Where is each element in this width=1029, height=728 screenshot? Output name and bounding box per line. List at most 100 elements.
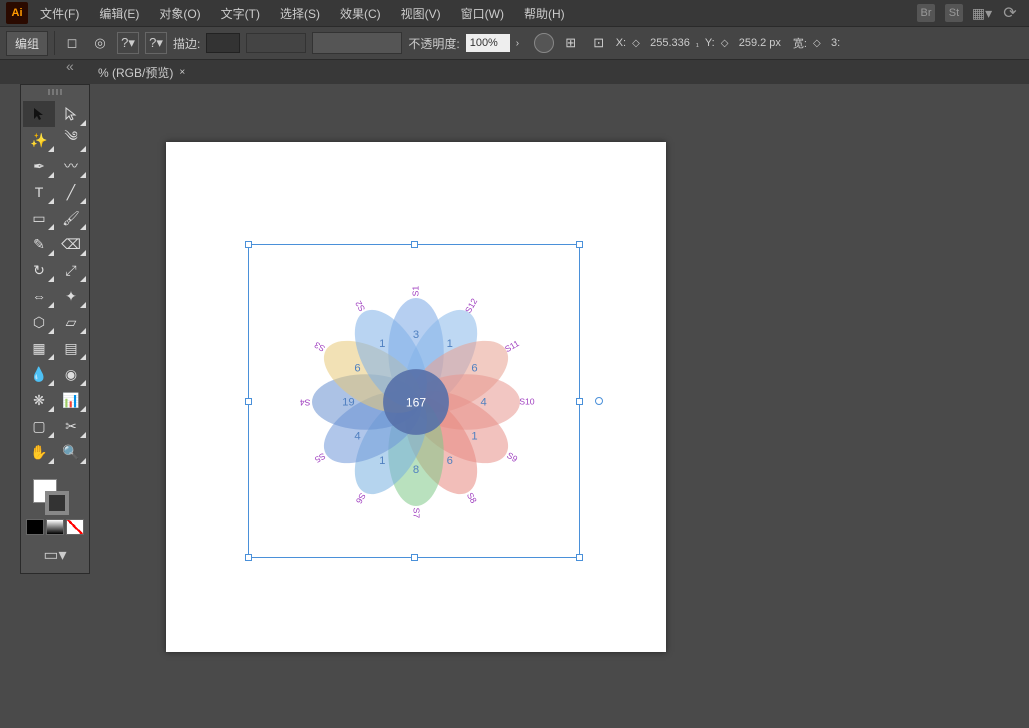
help1-icon[interactable]: ?▾ [117,32,139,54]
arrange-icon[interactable]: ▦▾ [973,4,991,22]
hand-tool[interactable]: ✋ [23,439,55,465]
svg-text:S3: S3 [312,340,326,354]
eyedropper-tool[interactable]: 💧 [23,361,55,387]
align-icon[interactable]: ⊞ [560,32,582,54]
handle-mid-right[interactable] [576,398,583,405]
svg-text:S8: S8 [465,491,479,505]
group-indicator[interactable]: 编组 [6,31,48,56]
magic-wand-tool[interactable]: ✨ [23,127,55,153]
transform-panel-icon[interactable]: ⊡ [588,32,610,54]
shaper-tool[interactable]: ✎ [23,231,55,257]
menu-select[interactable]: 选择(S) [272,1,328,26]
handle-top-mid[interactable] [411,241,418,248]
w-label: 宽: [793,35,807,51]
app-logo: Ai [6,2,28,24]
blend-tool[interactable]: ◉ [55,361,87,387]
opacity-label: 不透明度: [408,35,459,52]
workspace[interactable]: 1673S11S126S114S101S96S88S71S64S519S46S3… [90,84,1029,728]
color-mode-none[interactable] [66,519,84,535]
flower-chart[interactable]: 1673S11S126S114S101S96S88S71S64S519S46S3… [286,252,546,552]
menu-object[interactable]: 对象(O) [151,1,208,26]
opacity-input[interactable]: 100% [466,34,510,52]
menu-file[interactable]: 文件(F) [32,1,87,26]
paintbrush-tool[interactable]: 🖌 [55,205,87,231]
handle-top-left[interactable] [245,241,252,248]
menu-window[interactable]: 窗口(W) [453,1,512,26]
transform-icon[interactable]: ◻ [61,32,83,54]
document-tabs: % (RGB/预览) × [0,60,1029,84]
pen-tool[interactable]: ✒ [23,153,55,179]
panel-grip[interactable] [23,89,87,99]
color-mode-solid[interactable] [26,519,44,535]
menu-type[interactable]: 文字(T) [213,1,268,26]
mesh-tool[interactable]: ▦ [23,335,55,361]
menu-view[interactable]: 视图(V) [393,1,449,26]
menu-bar: Ai 文件(F) 编辑(E) 对象(O) 文字(T) 选择(S) 效果(C) 视… [0,0,1029,26]
width-tool[interactable]: ⇔ [23,283,55,309]
fill-stroke-swatch[interactable] [23,479,87,513]
menu-effect[interactable]: 效果(C) [332,1,389,26]
gradient-tool[interactable]: ▤ [55,335,87,361]
svg-text:8: 8 [413,464,419,476]
document-tab-title: % (RGB/预览) [98,64,173,81]
screen-mode-button[interactable]: ▭▾ [40,543,70,567]
svg-text:6: 6 [354,363,360,375]
type-tool[interactable]: T [23,179,55,205]
bridge-icon[interactable]: Br [917,4,935,22]
selection-tool[interactable] [23,101,55,127]
handle-bottom-mid[interactable] [411,554,418,561]
svg-text:6: 6 [447,455,453,467]
symbol-sprayer-tool[interactable]: ❋ [23,387,55,413]
rectangle-tool[interactable]: ▭ [23,205,55,231]
svg-text:167: 167 [406,395,426,409]
stroke-label: 描边: [173,35,200,52]
color-mode-gradient[interactable] [46,519,64,535]
lasso-tool[interactable]: ༄ [55,127,87,153]
menu-edit[interactable]: 编辑(E) [91,1,147,26]
close-tab-icon[interactable]: × [179,67,185,78]
stroke-profile-dropdown[interactable] [246,33,306,53]
sync-icon[interactable]: ⟳ [1001,4,1019,22]
svg-text:S7: S7 [411,508,421,519]
svg-text:19: 19 [342,396,355,408]
svg-text:S10: S10 [519,397,535,407]
curvature-tool[interactable]: 〰 [55,153,87,179]
artboard-tool[interactable]: ▢ [23,413,55,439]
handle-top-right[interactable] [576,241,583,248]
w-stepper-icon[interactable]: ◇ [813,38,825,49]
graph-tool[interactable]: 📊 [55,387,87,413]
menu-help[interactable]: 帮助(H) [516,1,573,26]
opacity-chevron-icon[interactable]: › [516,38,528,49]
handle-bottom-right[interactable] [576,554,583,561]
free-transform-tool[interactable]: ✦ [55,283,87,309]
rotate-tool[interactable]: ↻ [23,257,55,283]
shape-builder-tool[interactable]: ⬡ [23,309,55,335]
line-tool[interactable]: ╱ [55,179,87,205]
zoom-tool[interactable]: 🔍 [55,439,87,465]
svg-text:3: 3 [413,329,419,341]
target-icon[interactable]: ◎ [89,32,111,54]
document-tab[interactable]: % (RGB/预览) × [90,61,193,84]
handle-mid-left[interactable] [245,398,252,405]
help2-icon[interactable]: ?▾ [145,32,167,54]
slice-tool[interactable]: ✂ [55,413,87,439]
y-label: Y: [705,37,715,49]
tool-panel-tab[interactable]: « [66,58,74,74]
eraser-tool[interactable]: ⌫ [55,231,87,257]
scale-tool[interactable]: ⤢ [55,257,87,283]
x-stepper-icon[interactable]: ◇ [632,38,644,49]
y-stepper-icon[interactable]: ◇ [721,38,733,49]
artboard[interactable]: 1673S11S126S114S101S96S88S71S64S519S46S3… [166,142,666,652]
handle-bottom-left[interactable] [245,554,252,561]
handle-rotate[interactable] [595,397,603,405]
recolor-icon[interactable] [534,33,554,53]
brush-swatch[interactable] [312,32,402,54]
w-value[interactable]: 3: [831,37,840,49]
y-value[interactable]: 259.2 px [739,37,781,49]
stock-icon[interactable]: St [945,4,963,22]
svg-text:1: 1 [447,338,453,350]
perspective-tool[interactable]: ▱ [55,309,87,335]
stroke-weight-input[interactable] [206,33,240,53]
x-value[interactable]: 255.336 [650,37,690,49]
svg-text:S4: S4 [300,397,311,407]
